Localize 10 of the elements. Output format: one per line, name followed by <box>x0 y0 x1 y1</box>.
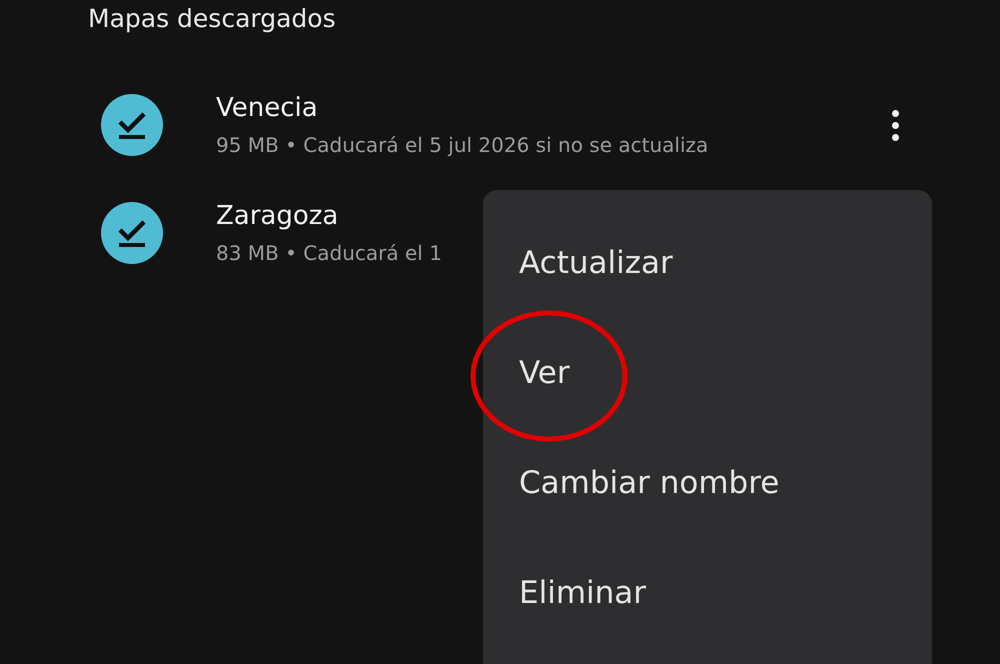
map-name[interactable]: Zaragoza <box>216 201 442 231</box>
menu-item[interactable]: Ver <box>519 350 570 396</box>
section-title: Mapas descargados <box>88 4 336 33</box>
map-details: 95 MB • Caducará el 5 jul 2026 si no se actualiza <box>216 133 708 157</box>
menu-item[interactable]: Actualizar <box>519 240 673 286</box>
menu-item[interactable]: Cambiar nombre <box>519 460 780 506</box>
menu-item[interactable]: Eliminar <box>519 570 646 616</box>
map-name[interactable]: Venecia <box>216 93 708 123</box>
map-details: 83 MB • Caducará el 1 <box>216 241 442 265</box>
more-options-icon <box>892 110 899 140</box>
